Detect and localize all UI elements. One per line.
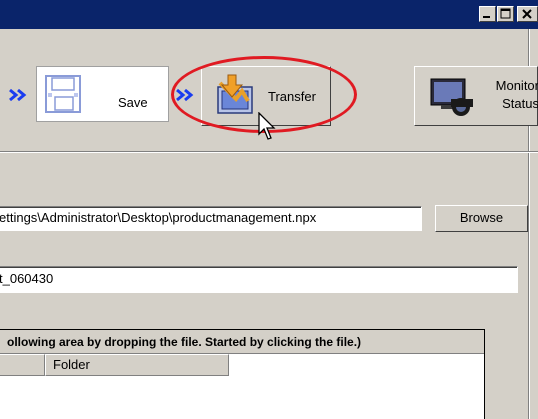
toolbar-separator	[0, 151, 538, 153]
maximize-button[interactable]	[497, 6, 514, 22]
title-bar[interactable]	[0, 0, 538, 29]
file-drop-area[interactable]: ollowing area by dropping the file. Star…	[0, 329, 485, 419]
project-path-field[interactable]: ettings\Administrator\Desktop\productman…	[0, 206, 422, 231]
mouse-pointer-icon	[258, 112, 276, 140]
save-label: Save	[118, 95, 148, 110]
minimize-icon	[483, 16, 490, 18]
monitor-label-line2: Status	[502, 96, 538, 111]
monitor-status-icon	[430, 78, 473, 116]
browse-button[interactable]: Browse	[435, 205, 528, 232]
monitor-status-label: Monitor Status	[485, 77, 538, 113]
drop-area-title: ollowing area by dropping the file. Star…	[0, 330, 484, 354]
monitor-label-line1: Monitor	[495, 78, 538, 93]
save-button[interactable]	[36, 66, 169, 122]
save-icon	[45, 75, 81, 113]
column-header-folder[interactable]: Folder	[45, 354, 229, 376]
minimize-button[interactable]	[479, 6, 496, 22]
monitor-status-button[interactable]: Monitor Status	[414, 66, 538, 126]
close-button[interactable]	[517, 6, 538, 22]
file-name-field[interactable]: t_060430	[0, 266, 518, 293]
application-window: Save Transfer Monitor Status ettings\Adm…	[0, 0, 538, 419]
close-icon	[522, 9, 532, 19]
column-header-blank[interactable]	[0, 354, 45, 376]
maximize-icon	[500, 8, 511, 19]
chevron-right-icon	[9, 88, 27, 102]
